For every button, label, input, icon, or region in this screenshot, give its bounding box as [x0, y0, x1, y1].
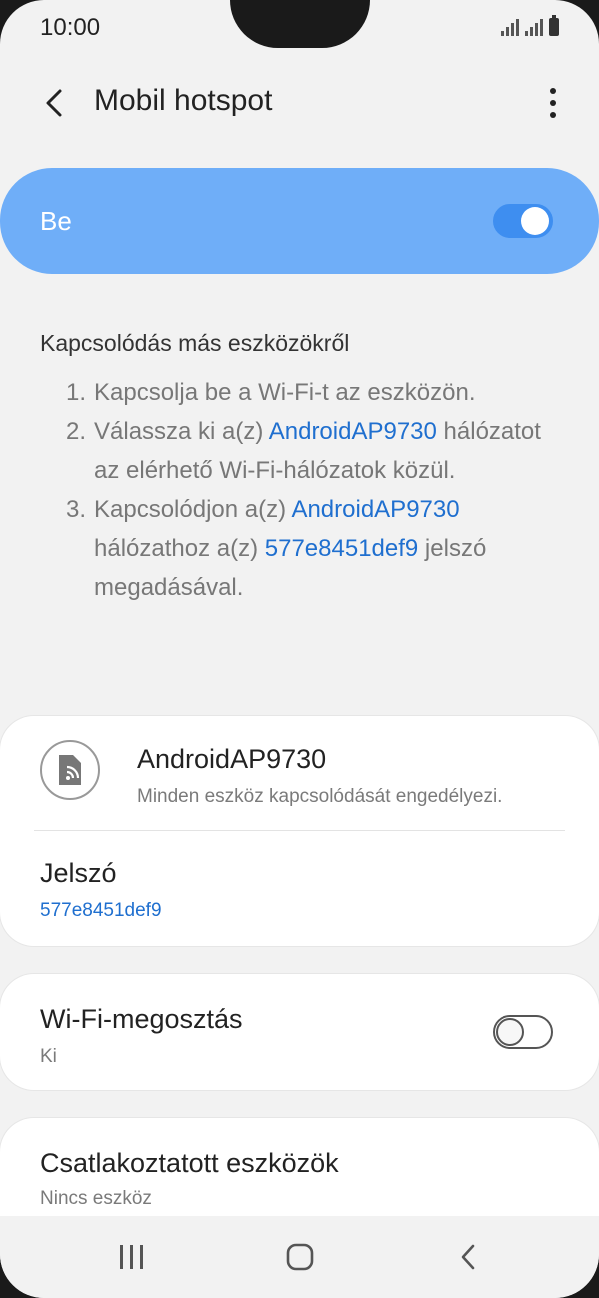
recents-icon	[120, 1245, 143, 1269]
page-title: Mobil hotspot	[94, 84, 273, 117]
connected-devices-state: Nincs eszköz	[40, 1188, 152, 1209]
network-name: AndroidAP9730	[137, 744, 327, 774]
password-value: 577e8451def9	[40, 900, 162, 921]
wifi-sharing-toggle[interactable]	[493, 1015, 553, 1049]
ssid-link: AndroidAP9730	[268, 418, 437, 445]
signal-icon	[501, 18, 519, 36]
wifi-sharing-state: Ki	[40, 1046, 57, 1067]
ssid-link: AndroidAP9730	[291, 496, 460, 523]
more-dots-icon	[550, 88, 556, 94]
network-card: AndroidAP9730 Minden eszköz kapcsolódásá…	[0, 716, 599, 946]
toggle-knob	[521, 207, 549, 235]
password-link: 577e8451def9	[264, 535, 419, 562]
signal-icon-2	[525, 18, 543, 36]
password-label: Jelszó	[40, 858, 117, 888]
instruction-step-3: 3. Kapcsolódjon a(z) AndroidAP9730 hálóz…	[65, 496, 487, 601]
status-bar: 10:00	[0, 0, 599, 56]
back-arrow-icon	[46, 89, 62, 117]
connected-devices-label: Csatlakoztatott eszközök	[40, 1148, 339, 1178]
status-icons	[501, 15, 559, 36]
wifi-sharing-label: Wi-Fi-megosztás	[40, 1004, 243, 1034]
instructions-list: 1. Kapcsolja be a Wi-Fi-t az eszközön. 2…	[40, 373, 560, 607]
navigation-bar	[0, 1216, 599, 1298]
app-bar: Mobil hotspot	[0, 68, 599, 138]
back-icon	[461, 1244, 475, 1270]
toggle-knob	[496, 1018, 524, 1046]
home-icon	[286, 1243, 314, 1271]
back-nav-button[interactable]	[438, 1234, 498, 1280]
home-button[interactable]	[270, 1234, 330, 1280]
status-time: 10:00	[40, 14, 101, 41]
instruction-step-2: 2. Válassza ki a(z) AndroidAP9730 hálóza…	[65, 418, 541, 484]
network-description: Minden eszköz kapcsolódását engedélyezi.	[137, 786, 503, 807]
hotspot-toggle[interactable]	[493, 204, 553, 238]
more-options-button[interactable]	[541, 80, 565, 126]
wifi-sharing-card[interactable]: Wi-Fi-megosztás Ki	[0, 974, 599, 1090]
battery-icon	[549, 15, 559, 36]
connection-instructions: Kapcsolódás más eszközökről 1. Kapcsolja…	[40, 330, 560, 607]
phone-screen: 10:00 Mobil hotspot Be Kapcsolódás más e…	[0, 0, 599, 1298]
back-button[interactable]	[34, 80, 74, 126]
network-name-row[interactable]: AndroidAP9730 Minden eszköz kapcsolódásá…	[0, 716, 599, 830]
recents-button[interactable]	[102, 1234, 162, 1280]
master-switch-label: Be	[40, 206, 72, 236]
instruction-step-1: 1. Kapcsolja be a Wi-Fi-t az eszközön.	[65, 379, 476, 406]
instructions-header: Kapcsolódás más eszközökről	[40, 330, 350, 356]
password-row[interactable]: Jelszó 577e8451def9	[0, 831, 599, 946]
hotspot-master-switch[interactable]: Be	[0, 168, 599, 274]
